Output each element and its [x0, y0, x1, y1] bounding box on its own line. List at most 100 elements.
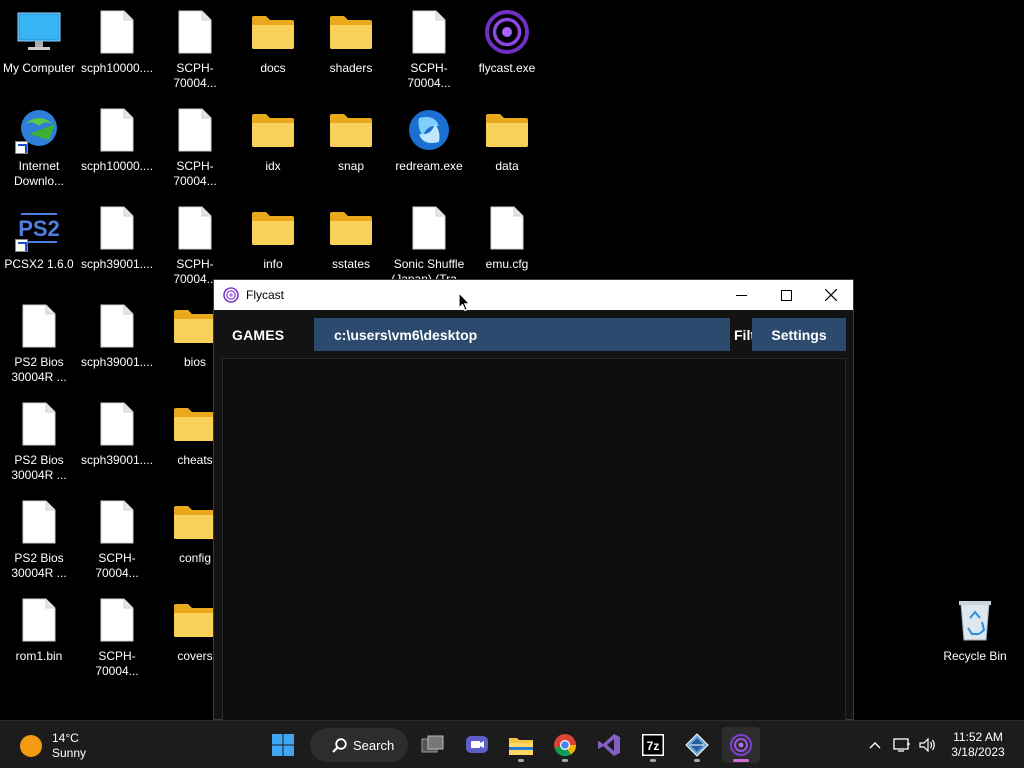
taskbar-flycast[interactable]: [722, 727, 760, 763]
desktop-icon[interactable]: Internet Downlo...: [0, 100, 78, 196]
file-icon: [405, 8, 453, 56]
desktop-icon-label: info: [263, 257, 283, 271]
desktop-icon[interactable]: shaders: [312, 2, 390, 98]
desktop-icon[interactable]: PS2 Bios 30004R ...: [0, 492, 78, 588]
desktop-icon[interactable]: idx: [234, 100, 312, 196]
file-icon: [93, 302, 141, 350]
desktop-icon-label: docs: [260, 61, 286, 75]
desktop-icon-label: SCPH-70004...: [407, 61, 451, 90]
settings-button[interactable]: Settings: [752, 318, 846, 351]
desktop-icon-label: scph10000....: [80, 159, 154, 173]
desktop-icon[interactable]: scph39001....: [78, 198, 156, 294]
desktop-icon[interactable]: PS2 PCSX2 1.6.0: [0, 198, 78, 294]
chat-icon: [466, 736, 488, 753]
clock-time: 11:52 AM: [953, 730, 1003, 744]
search-label: Search: [353, 737, 395, 753]
file-icon: [15, 302, 63, 350]
desktop-icon[interactable]: SCPH-70004...: [156, 100, 234, 196]
desktop-icon-label: Recycle Bin: [943, 649, 1007, 663]
desktop-icon-label: PS2 Bios 30004R ...: [11, 551, 67, 580]
file-icon: [171, 204, 219, 252]
games-path-field[interactable]: c:\users\vm6\desktop: [314, 318, 730, 351]
minimize-button[interactable]: [718, 280, 764, 310]
7zip-icon: 7z: [642, 734, 664, 756]
file-icon: [93, 596, 141, 644]
task-view-button[interactable]: [414, 727, 452, 763]
shortcut-arrow-icon: [15, 141, 28, 154]
taskbar-chrome[interactable]: [546, 727, 584, 763]
desktop-icon[interactable]: scph10000....: [78, 2, 156, 98]
desktop-icon[interactable]: docs: [234, 2, 312, 98]
desktop-icon[interactable]: data: [468, 100, 546, 196]
desktop-icon[interactable]: scph39001....: [78, 394, 156, 490]
close-button[interactable]: [808, 280, 854, 310]
volume-button[interactable]: [913, 727, 943, 763]
window-titlebar[interactable]: Flycast: [214, 280, 853, 310]
file-icon: [171, 106, 219, 154]
folder-icon: [327, 204, 375, 252]
desktop-icon-label: shaders: [329, 61, 373, 75]
desktop-icon-label: SCPH-70004...: [95, 649, 139, 678]
minimize-icon: [735, 294, 747, 296]
file-icon: [171, 8, 219, 56]
start-button[interactable]: [264, 727, 302, 763]
taskbar-file-explorer[interactable]: [502, 727, 540, 763]
desktop-icon-label: Internet Downlo...: [13, 159, 65, 188]
svg-text:PS2: PS2: [18, 216, 60, 241]
desktop-icon-label: PS2 Bios 30004R ...: [11, 453, 67, 482]
folder-icon: [171, 400, 219, 448]
weather-widget[interactable]: 14°C Sunny: [20, 731, 86, 761]
file-icon: [93, 400, 141, 448]
desktop-icon[interactable]: PS2 Bios 30004R ...: [0, 394, 78, 490]
redream-icon: [405, 106, 453, 154]
taskbar-visual-studio[interactable]: [590, 727, 628, 763]
maximize-icon: [780, 289, 792, 301]
snipping-tool-icon: [685, 733, 709, 757]
system-clock[interactable]: 11:52 AM 3/18/2023: [946, 730, 1010, 760]
desktop-icon[interactable]: Recycle Bin: [936, 590, 1014, 686]
recycle-bin-icon: [951, 596, 999, 644]
desktop-icon-label: flycast.exe: [478, 61, 536, 75]
desktop-icon[interactable]: scph10000....: [78, 100, 156, 196]
flycast-icon: [483, 8, 531, 56]
desktop-icon[interactable]: PS2 Bios 30004R ...: [0, 296, 78, 392]
taskbar-snipping-tool[interactable]: [678, 727, 716, 763]
desktop-icon[interactable]: SCPH-70004...: [78, 590, 156, 686]
file-icon: [93, 498, 141, 546]
flycast-window[interactable]: Flycast GAMES c:\users\vm6\desktop Filte…: [213, 279, 854, 728]
folder-icon: [171, 498, 219, 546]
desktop-icon-label: PS2 Bios 30004R ...: [11, 355, 67, 384]
taskbar-7zip[interactable]: 7z: [634, 727, 672, 763]
taskbar-chat[interactable]: [458, 727, 496, 763]
maximize-button[interactable]: [763, 280, 809, 310]
search-icon: [332, 737, 347, 753]
desktop-icon[interactable]: scph39001....: [78, 296, 156, 392]
folder-icon: [249, 8, 297, 56]
folder-icon: [249, 204, 297, 252]
desktop-icon-label: emu.cfg: [485, 257, 529, 271]
desktop-icon-label: scph39001....: [80, 355, 154, 369]
desktop-icon-label: rom1.bin: [15, 649, 63, 663]
desktop-icon-label: scph39001....: [80, 257, 154, 271]
desktop-icon[interactable]: My Computer: [0, 2, 78, 98]
chevron-up-icon: [869, 742, 881, 749]
desktop-icon-label: SCPH-70004...: [173, 159, 217, 188]
desktop-icon[interactable]: rom1.bin: [0, 590, 78, 686]
desktop-icon[interactable]: SCPH-70004...: [156, 2, 234, 98]
desktop-icon[interactable]: redream.exe: [390, 100, 468, 196]
desktop-icon[interactable]: snap: [312, 100, 390, 196]
games-list[interactable]: [222, 358, 846, 728]
desktop-icon-label: SCPH-70004...: [95, 551, 139, 580]
desktop-icon[interactable]: flycast.exe: [468, 2, 546, 98]
desktop-icon[interactable]: SCPH-70004...: [78, 492, 156, 588]
flycast-icon: [729, 733, 753, 757]
clock-date: 3/18/2023: [951, 745, 1005, 759]
desktop-icon-label: sstates: [331, 257, 370, 271]
flycast-app-icon: [223, 287, 239, 303]
folder-icon: [483, 106, 531, 154]
weather-desc: Sunny: [52, 746, 87, 760]
folder-icon: [171, 596, 219, 644]
taskbar-search-button[interactable]: Search: [310, 728, 408, 762]
desktop-icon[interactable]: SCPH-70004...: [390, 2, 468, 98]
desktop-icon-label: redream.exe: [395, 159, 463, 173]
